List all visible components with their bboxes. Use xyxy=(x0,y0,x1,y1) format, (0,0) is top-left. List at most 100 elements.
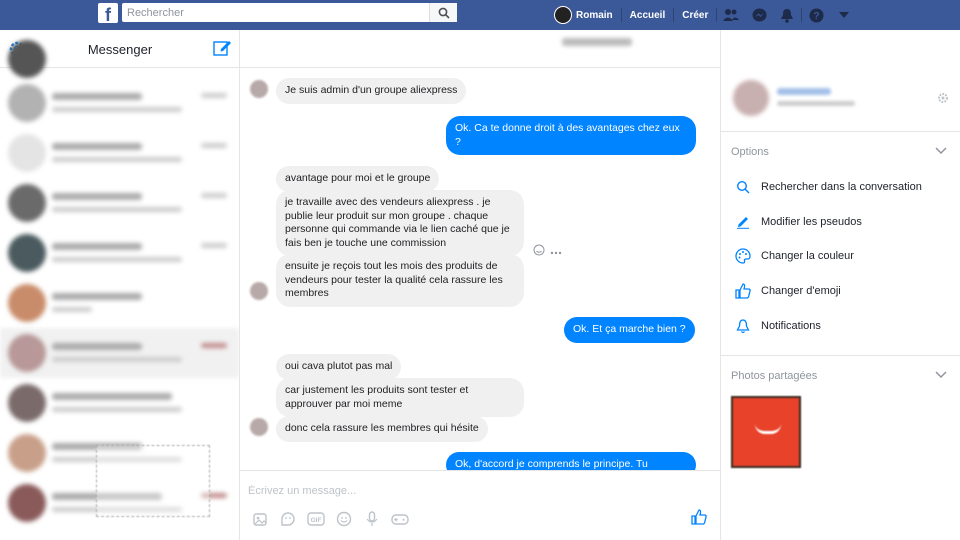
conversation-header xyxy=(240,30,720,68)
option-label: Changer la couleur xyxy=(761,250,854,262)
shared-photos-section-title[interactable]: Photos partagées xyxy=(731,370,817,382)
conversation-item[interactable] xyxy=(0,228,239,278)
message-actions xyxy=(533,244,562,259)
facebook-logo[interactable]: f xyxy=(98,3,118,25)
message-preview xyxy=(52,207,182,212)
user-avatar[interactable] xyxy=(554,6,572,24)
contact-profile-name[interactable] xyxy=(777,88,831,95)
message-incoming: car justement les produits sont tester e… xyxy=(276,378,524,417)
emoji-icon[interactable] xyxy=(334,509,354,529)
svg-text:?: ? xyxy=(813,11,819,22)
conversation-panel: Je suis admin d'un groupe aliexpress Ok.… xyxy=(240,30,720,540)
contact-name xyxy=(52,193,142,200)
message-preview xyxy=(52,107,182,112)
search-input[interactable] xyxy=(122,3,422,22)
contact-avatar xyxy=(8,134,46,172)
search-icon xyxy=(733,177,753,197)
gif-icon[interactable]: GIF xyxy=(306,509,326,529)
contact-avatar xyxy=(8,384,46,422)
search-bar[interactable] xyxy=(122,3,457,22)
home-link[interactable]: Accueil xyxy=(622,10,674,21)
conversation-contact-name xyxy=(562,38,632,46)
conversation-item[interactable] xyxy=(0,40,239,78)
message-incoming: donc cela rassure les membres qui hésite xyxy=(276,416,488,442)
message-preview xyxy=(52,357,182,362)
contact-avatar xyxy=(8,40,46,78)
create-link[interactable]: Créer xyxy=(674,10,716,21)
contact-avatar xyxy=(8,184,46,222)
shared-photo-thumbnail[interactable] xyxy=(731,396,801,468)
options-section-title[interactable]: Options xyxy=(731,146,769,158)
send-like-thumbs-up-icon[interactable] xyxy=(690,508,708,529)
more-options-icon[interactable] xyxy=(550,246,562,258)
search-icon xyxy=(438,7,450,19)
composer-toolbar: GIF xyxy=(250,509,410,529)
contact-mini-avatar xyxy=(250,282,268,300)
contact-name xyxy=(52,343,142,350)
contact-name xyxy=(52,243,142,250)
contact-avatar xyxy=(8,84,46,122)
message-outgoing: Ok, d'accord je comprends le principe. T… xyxy=(446,452,696,470)
contact-name xyxy=(52,393,172,400)
conversation-item-selected[interactable] xyxy=(0,328,239,378)
profile-link[interactable]: Romain xyxy=(576,10,621,21)
message-incoming: je travaille avec des vendeurs aliexpres… xyxy=(276,190,524,256)
aliexpress-logo-icon xyxy=(755,424,781,434)
chevron-down-icon[interactable] xyxy=(935,146,947,158)
option-label: Modifier les pseudos xyxy=(761,216,862,228)
microphone-icon[interactable] xyxy=(362,509,382,529)
message-preview xyxy=(52,157,182,162)
option-search-conversation[interactable]: Rechercher dans la conversation xyxy=(721,172,960,202)
bell-icon xyxy=(733,316,753,336)
friend-requests-icon[interactable] xyxy=(723,7,740,23)
message-outgoing: Ok. Et ça marche bien ? xyxy=(564,317,695,343)
palette-icon xyxy=(733,246,753,266)
message-incoming: oui cava plutot pas mal xyxy=(276,354,402,380)
timestamp xyxy=(201,93,227,98)
add-photo-icon[interactable] xyxy=(250,509,270,529)
conversation-item[interactable] xyxy=(0,278,239,328)
sticker-icon[interactable] xyxy=(278,509,298,529)
contact-avatar xyxy=(8,434,46,472)
game-controller-icon[interactable] xyxy=(390,509,410,529)
pencil-icon xyxy=(733,212,753,232)
option-label: Changer d'emoji xyxy=(761,285,841,297)
conversation-item[interactable] xyxy=(0,128,239,178)
chevron-down-icon[interactable] xyxy=(935,370,947,382)
message-input[interactable] xyxy=(248,485,648,497)
react-emoji-icon[interactable] xyxy=(533,244,545,259)
option-change-color[interactable]: Changer la couleur xyxy=(721,241,960,271)
top-nav-links: Romain Accueil Créer ? xyxy=(554,0,858,30)
contact-profile-status xyxy=(777,101,855,106)
conversation-item[interactable] xyxy=(0,178,239,228)
timestamp xyxy=(201,143,227,148)
option-label: Notifications xyxy=(761,320,821,332)
settings-gear-icon[interactable] xyxy=(937,92,949,107)
conversation-item[interactable] xyxy=(0,78,239,128)
message-incoming: ensuite je reçois tout les mois des prod… xyxy=(276,254,524,307)
new-message-compose-icon[interactable] xyxy=(212,38,232,61)
notifications-bell-icon[interactable] xyxy=(779,7,795,23)
contact-mini-avatar xyxy=(250,80,268,98)
account-menu-caret-icon[interactable] xyxy=(836,7,852,23)
watermark-logo xyxy=(96,445,210,517)
option-edit-nicknames[interactable]: Modifier les pseudos xyxy=(721,207,960,237)
message-incoming: avantage pour moi et le groupe xyxy=(276,166,440,192)
conversation-list-panel: Messenger xyxy=(0,30,240,540)
top-navigation-bar: f Romain Accueil Créer ? xyxy=(0,0,960,30)
option-notifications[interactable]: Notifications xyxy=(721,311,960,341)
messenger-icon[interactable] xyxy=(751,7,767,23)
contact-profile-header xyxy=(721,70,960,132)
contact-profile-avatar[interactable] xyxy=(733,80,769,116)
timestamp xyxy=(201,193,227,198)
conversation-item[interactable] xyxy=(0,378,239,428)
contact-name xyxy=(52,93,142,100)
help-icon[interactable]: ? xyxy=(808,7,824,23)
option-label: Rechercher dans la conversation xyxy=(761,181,922,193)
section-divider xyxy=(721,355,960,356)
contact-name xyxy=(52,143,142,150)
nav-divider xyxy=(716,8,718,22)
option-change-emoji[interactable]: Changer d'emoji xyxy=(721,276,960,306)
contact-mini-avatar xyxy=(250,418,268,436)
search-button[interactable] xyxy=(429,3,457,22)
